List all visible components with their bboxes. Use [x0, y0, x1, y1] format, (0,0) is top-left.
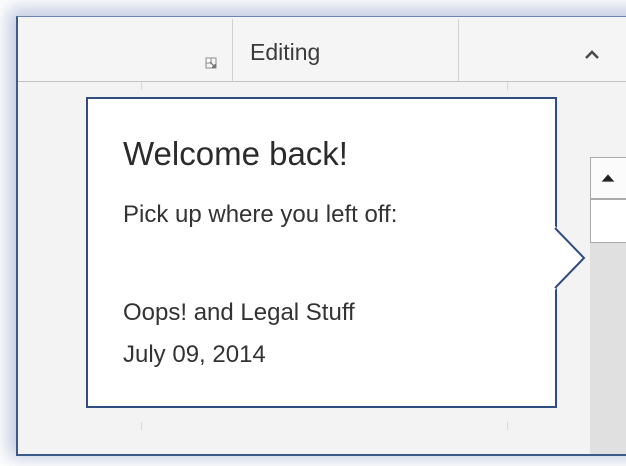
dialog-launcher-icon[interactable] — [205, 57, 217, 69]
callout-title: Welcome back! — [123, 135, 348, 172]
last-document-date: July 09, 2014 — [123, 341, 266, 368]
callout-pointer — [554, 226, 586, 290]
triangle-up-icon — [601, 174, 615, 182]
chevron-up-icon[interactable] — [582, 45, 602, 65]
screenshot-stage: Editing Welcome back! Pick up where you … — [0, 0, 626, 466]
vertical-scrollbar[interactable] — [590, 157, 626, 454]
ribbon-group-separator — [232, 19, 233, 81]
ruler-tick — [507, 82, 508, 90]
ruler-tick — [141, 82, 142, 90]
welcome-back-callout[interactable]: Welcome back! Pick up where you left off… — [86, 97, 557, 408]
callout-subtitle: Pick up where you left off: — [123, 201, 398, 228]
scroll-up-button[interactable] — [590, 157, 626, 199]
ribbon: Editing — [18, 17, 626, 82]
scroll-track-box — [590, 199, 626, 243]
ruler-tick — [507, 422, 508, 430]
last-document-link[interactable]: Oops! and Legal Stuff — [123, 299, 355, 327]
ribbon-group-separator — [458, 19, 459, 81]
ruler-tick — [141, 422, 142, 430]
editing-group-label: Editing — [250, 39, 321, 65]
